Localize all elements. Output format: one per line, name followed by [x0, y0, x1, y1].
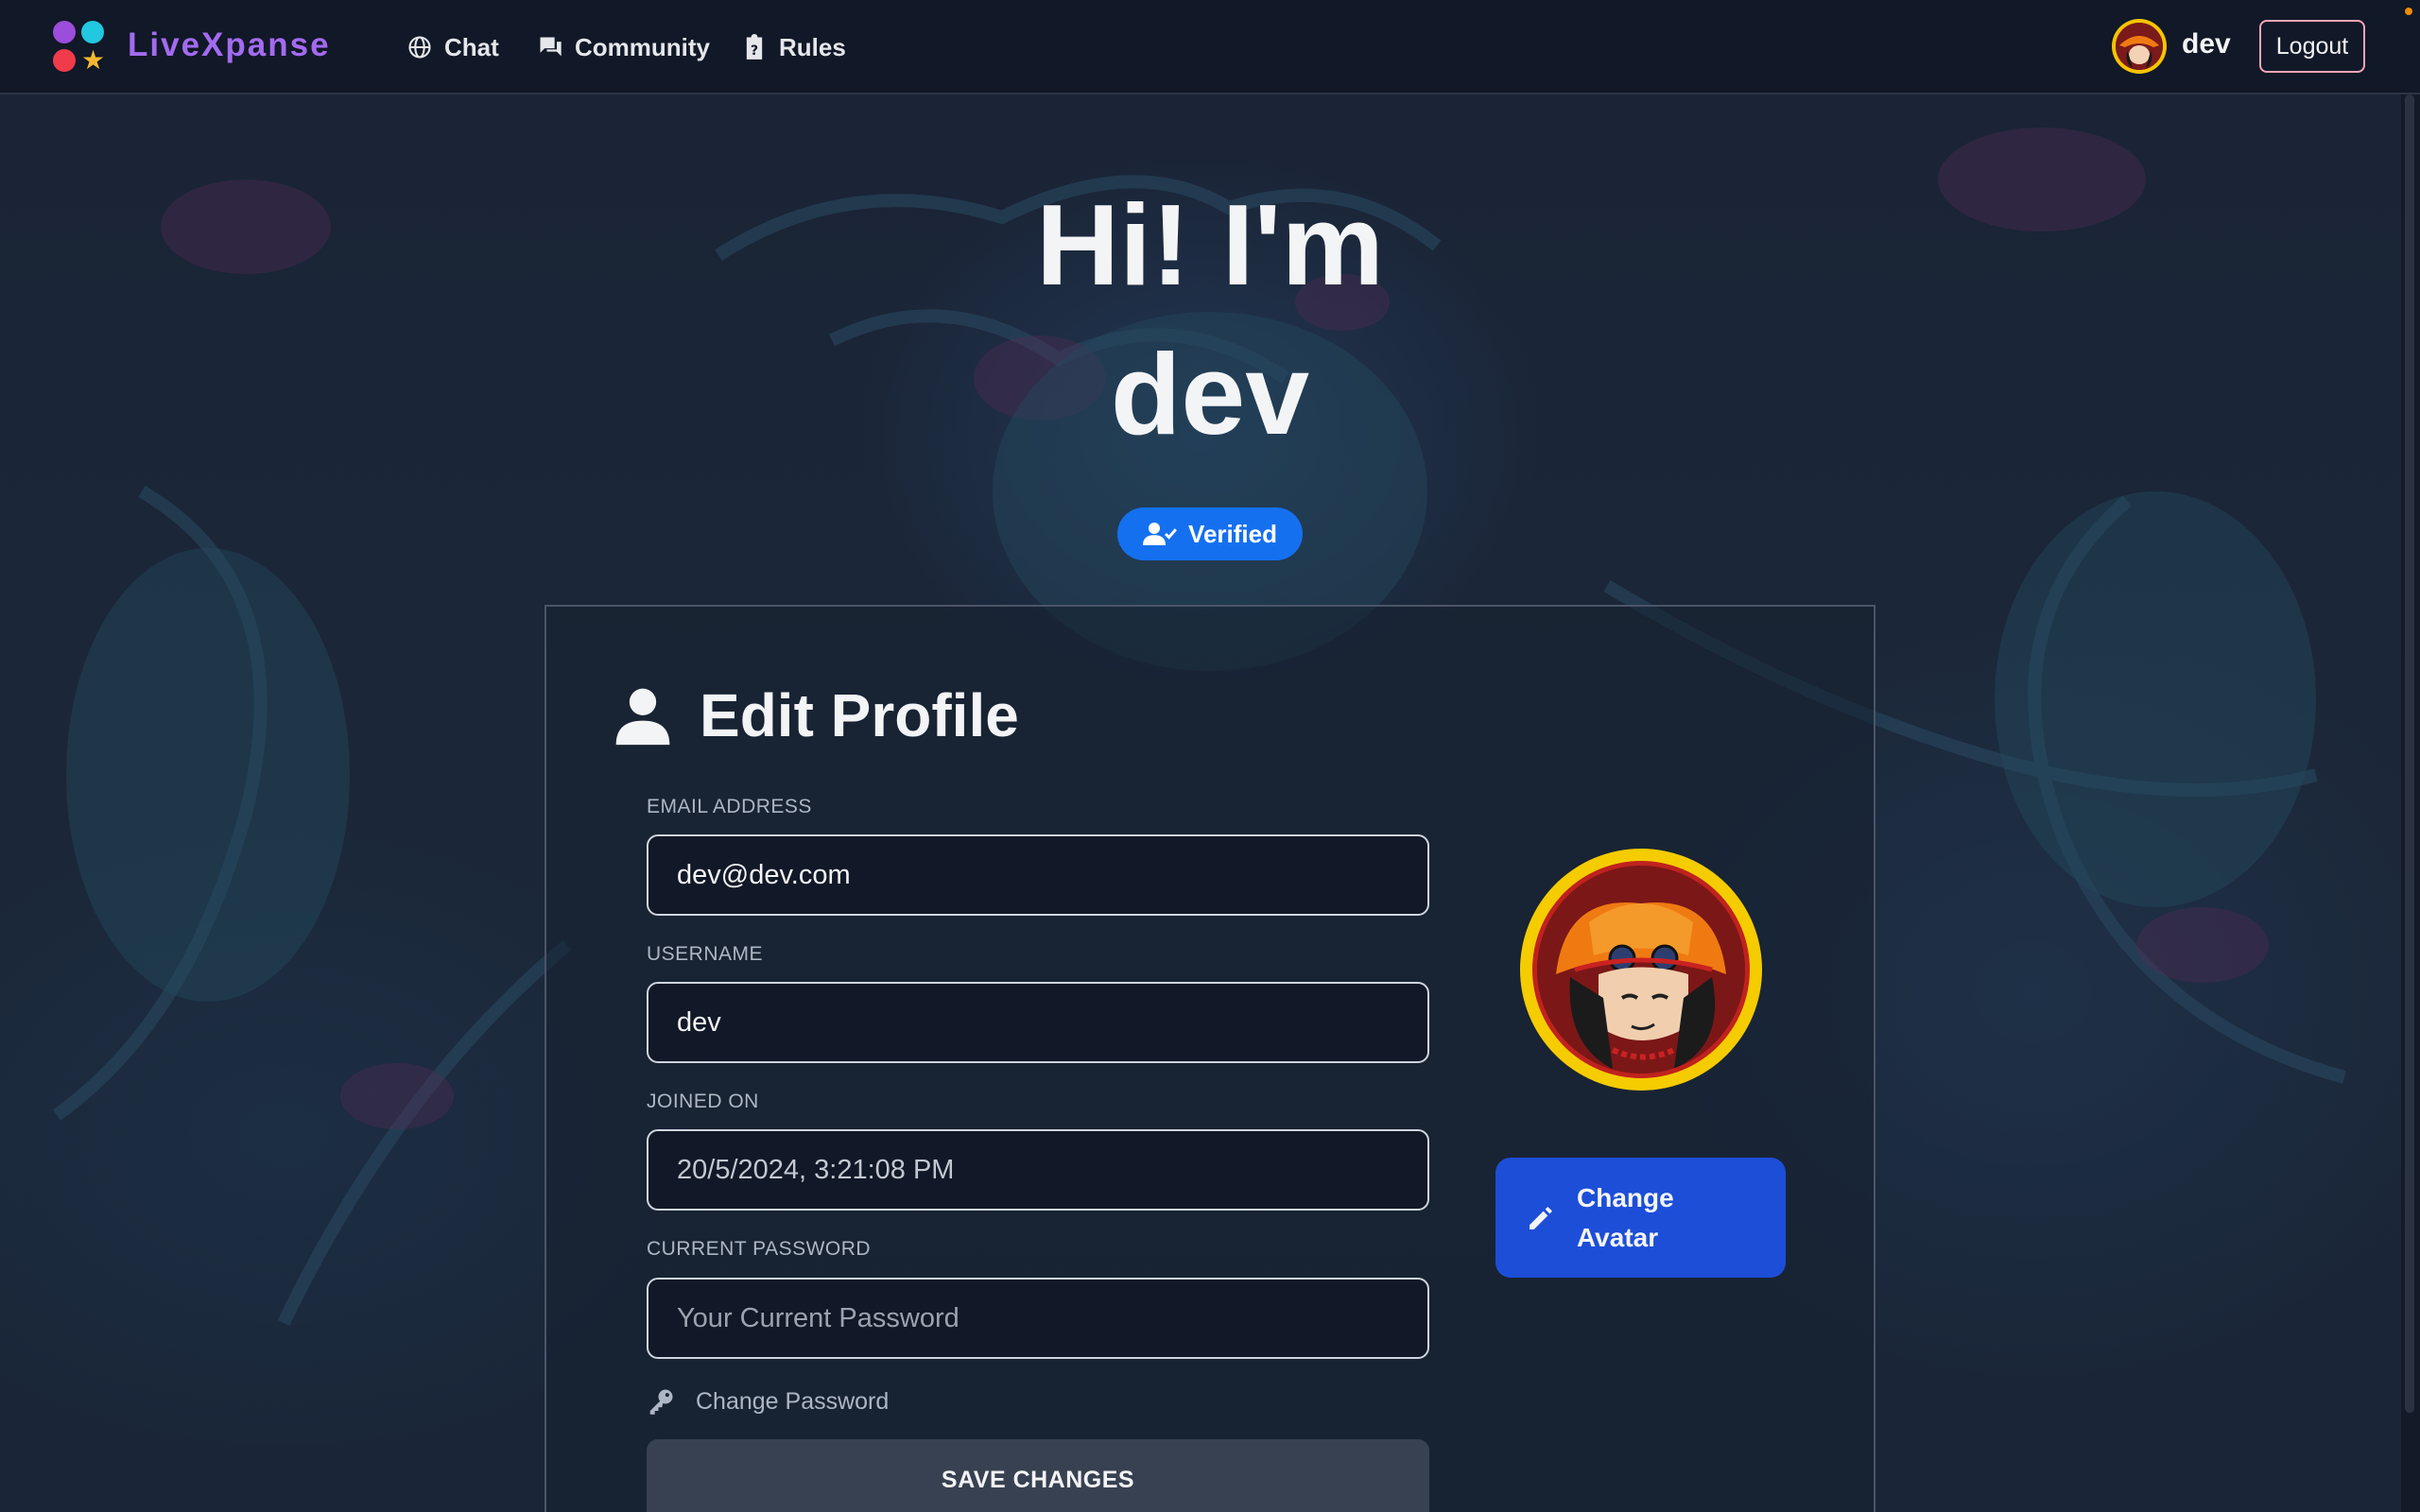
nav-chat[interactable]: Chat [406, 28, 499, 66]
joined-field [647, 1129, 1429, 1211]
save-changes-button[interactable]: SAVE CHANGES [647, 1439, 1429, 1512]
email-label: EMAIL ADDRESS [647, 796, 812, 817]
nav-rules-label: Rules [779, 32, 846, 61]
username-field[interactable] [647, 982, 1429, 1063]
edit-profile-heading: Edit Profile [611, 680, 1019, 750]
logo-icon[interactable]: ★ [53, 19, 110, 74]
change-password-label: Change Password [696, 1387, 890, 1415]
nav-chat-label: Chat [444, 32, 499, 61]
username-label: USERNAME [647, 943, 764, 965]
change-avatar-label: Change Avatar [1577, 1182, 1674, 1252]
username-display[interactable]: dev [2182, 28, 2231, 60]
globe-icon [408, 36, 431, 59]
logout-button[interactable]: Logout [2259, 20, 2365, 73]
brand-name[interactable]: LiveXpanse [128, 26, 331, 64]
greeting-line: Hi! I'm [1036, 180, 1384, 309]
change-password-link[interactable]: Change Password [647, 1387, 889, 1416]
profile-avatar [1520, 849, 1762, 1091]
nav-rules[interactable]: ? Rules [741, 28, 846, 66]
joined-label: JOINED ON [647, 1091, 759, 1112]
chat-bubbles-icon [539, 37, 562, 57]
current-password-label: CURRENT PASSWORD [647, 1238, 872, 1260]
verified-badge: Verified [1117, 507, 1303, 560]
current-password-field[interactable] [647, 1278, 1429, 1359]
profile-greeting: Hi! I'm dev [926, 170, 1494, 469]
user-icon [615, 688, 670, 746]
edit-profile-title: Edit Profile [700, 681, 1019, 749]
clipboard-question-icon: ? [746, 34, 763, 60]
email-field[interactable] [647, 834, 1429, 916]
user-check-icon [1143, 523, 1177, 545]
notification-dot [2405, 8, 2412, 15]
nav-community[interactable]: Community [537, 28, 710, 66]
greeting-username: dev [1110, 330, 1310, 458]
nav-community-label: Community [575, 32, 710, 61]
user-avatar[interactable] [2112, 19, 2167, 74]
scrollbar-thumb[interactable] [2405, 94, 2414, 1413]
key-icon [649, 1389, 673, 1415]
top-navbar: ★ LiveXpanse Chat Community ? Rules dev … [0, 0, 2420, 94]
verified-label: Verified [1188, 519, 1277, 548]
svg-text:?: ? [751, 43, 758, 59]
pencil-icon [1530, 1206, 1552, 1229]
change-avatar-button[interactable]: Change Avatar [1495, 1158, 1786, 1278]
